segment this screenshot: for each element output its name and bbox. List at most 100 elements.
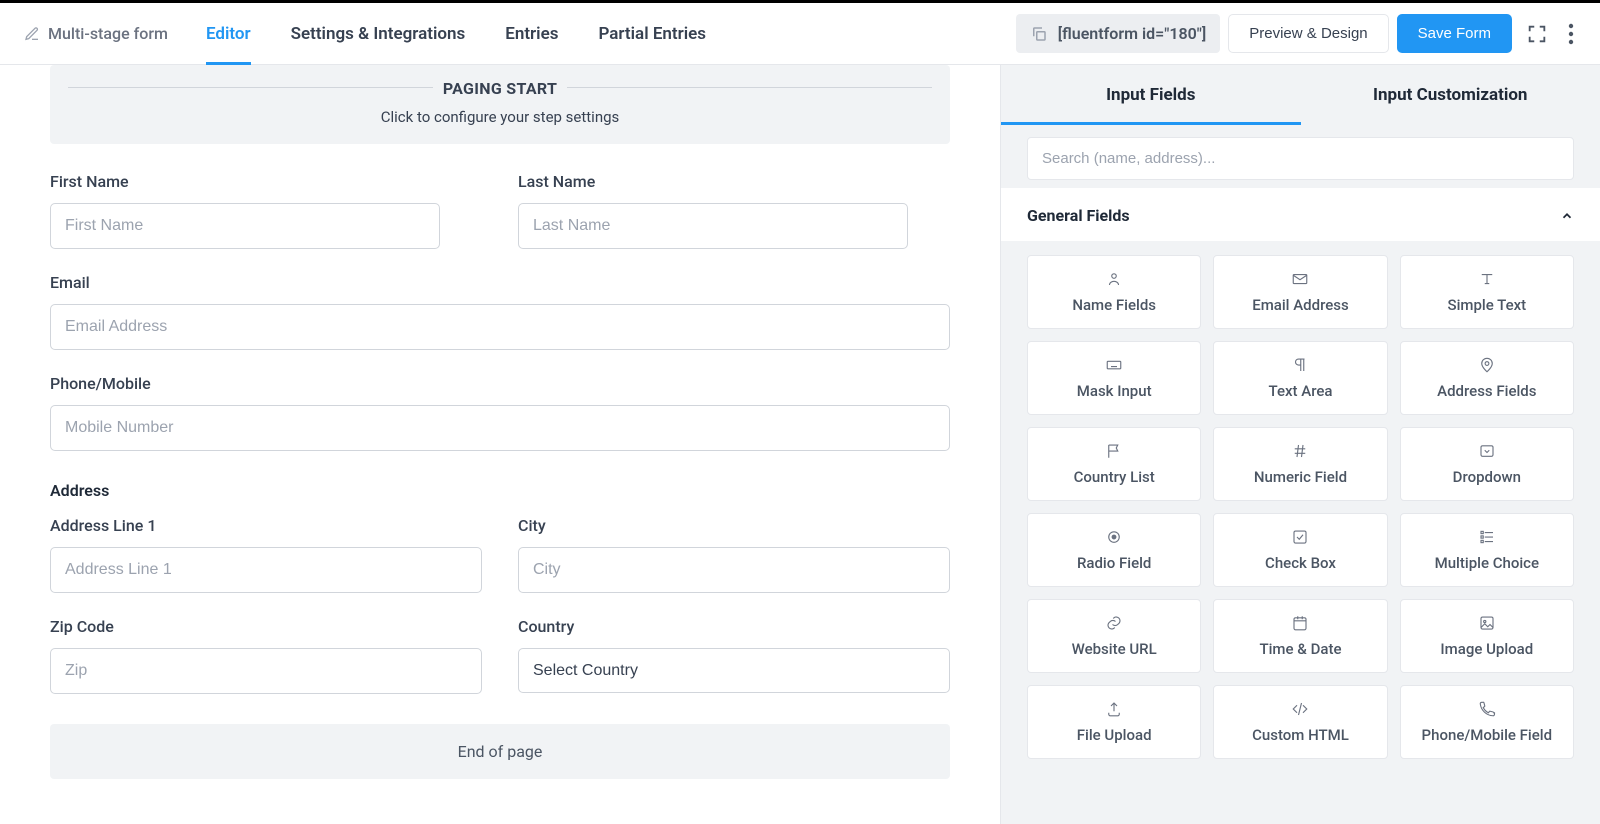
field-card-mask-input[interactable]: Mask Input — [1027, 341, 1201, 415]
field-card-text-area[interactable]: Text Area — [1213, 341, 1387, 415]
nav-tab-partial-entries[interactable]: Partial Entries — [598, 4, 706, 64]
form-title-text: Multi-stage form — [48, 24, 168, 43]
list-icon — [1478, 528, 1496, 546]
top-bar: Multi-stage form Editor Settings & Integr… — [0, 3, 1600, 65]
shortcode-box[interactable]: [fluentform id="180"] — [1016, 14, 1221, 53]
sidebar-search-input[interactable] — [1027, 137, 1574, 180]
field-card-label: Check Box — [1265, 554, 1336, 572]
field-card-label: Radio Field — [1077, 554, 1151, 572]
sidebar-search-wrap — [1001, 125, 1600, 188]
end-page-label: End of page — [458, 742, 543, 761]
field-card-country-list[interactable]: Country List — [1027, 427, 1201, 501]
address-section-label: Address — [50, 481, 950, 500]
field-card-time-date[interactable]: Time & Date — [1213, 599, 1387, 673]
general-fields-title: General Fields — [1027, 206, 1130, 225]
field-card-phone-mobile-field[interactable]: Phone/Mobile Field — [1400, 685, 1574, 759]
email-label: Email — [50, 273, 950, 292]
hash-icon — [1291, 442, 1309, 460]
nav-tab-editor[interactable]: Editor — [206, 4, 251, 64]
field-card-label: Image Upload — [1440, 640, 1533, 658]
user-icon — [1105, 270, 1123, 288]
field-card-simple-text[interactable]: Simple Text — [1400, 255, 1574, 329]
form-canvas: PAGING START Click to configure your ste… — [0, 65, 1000, 824]
field-card-website-url[interactable]: Website URL — [1027, 599, 1201, 673]
field-card-multiple-choice[interactable]: Multiple Choice — [1400, 513, 1574, 587]
country-select[interactable]: Select Country — [518, 648, 950, 693]
pilcrow-icon — [1291, 356, 1309, 374]
paging-title: PAGING START — [433, 79, 567, 98]
nav-tabs: Editor Settings & Integrations Entries Part… — [206, 4, 706, 64]
code-icon — [1291, 700, 1309, 718]
zip-label: Zip Code — [50, 617, 482, 636]
radio-icon — [1105, 528, 1123, 546]
field-card-numeric-field[interactable]: Numeric Field — [1213, 427, 1387, 501]
phone-input[interactable] — [50, 405, 950, 451]
field-card-custom-html[interactable]: Custom HTML — [1213, 685, 1387, 759]
field-card-label: Email Address — [1252, 296, 1349, 314]
more-menu-button[interactable] — [1562, 17, 1580, 51]
last-name-input[interactable] — [518, 203, 908, 249]
field-card-dropdown[interactable]: Dropdown — [1400, 427, 1574, 501]
save-button[interactable]: Save Form — [1397, 14, 1512, 53]
field-grid: Name Fields Email Address Simple Text Mask … — [1001, 241, 1600, 779]
field-card-label: Multiple Choice — [1435, 554, 1539, 572]
flag-icon — [1105, 442, 1123, 460]
pencil-icon — [24, 26, 40, 42]
zip-input[interactable] — [50, 648, 482, 694]
field-card-label: Custom HTML — [1252, 726, 1349, 744]
end-page-banner[interactable]: End of page — [50, 724, 950, 779]
field-card-label: Text Area — [1269, 382, 1333, 400]
field-card-check-box[interactable]: Check Box — [1213, 513, 1387, 587]
fullscreen-icon — [1526, 23, 1548, 45]
general-fields-header[interactable]: General Fields — [1001, 188, 1600, 241]
nav-tab-settings-integrations[interactable]: Settings & Integrations — [291, 4, 466, 64]
image-icon — [1478, 614, 1496, 632]
calendar-icon — [1291, 614, 1309, 632]
field-card-radio-field[interactable]: Radio Field — [1027, 513, 1201, 587]
topbar-left: Multi-stage form Editor Settings & Integr… — [24, 4, 706, 64]
envelope-icon — [1291, 270, 1309, 288]
field-card-label: Numeric Field — [1254, 468, 1347, 486]
upload-icon — [1105, 700, 1123, 718]
field-card-name-fields[interactable]: Name Fields — [1027, 255, 1201, 329]
field-card-email-address[interactable]: Email Address — [1213, 255, 1387, 329]
last-name-label: Last Name — [518, 172, 950, 191]
addr1-input[interactable] — [50, 547, 482, 593]
field-card-file-upload[interactable]: File Upload — [1027, 685, 1201, 759]
first-name-input[interactable] — [50, 203, 440, 249]
city-input[interactable] — [518, 547, 950, 593]
copy-icon — [1030, 25, 1048, 43]
field-card-label: Website URL — [1072, 640, 1157, 658]
check-icon — [1291, 528, 1309, 546]
paging-start-banner[interactable]: PAGING START Click to configure your ste… — [50, 65, 950, 144]
phone-label: Phone/Mobile — [50, 374, 950, 393]
sidebar-tabs: Input Fields Input Customization — [1001, 65, 1600, 125]
city-label: City — [518, 516, 950, 535]
dropdown-icon — [1478, 442, 1496, 460]
form-title[interactable]: Multi-stage form — [24, 24, 168, 43]
first-name-label: First Name — [50, 172, 482, 191]
sidebar: Input Fields Input Customization General… — [1000, 65, 1600, 824]
field-card-label: Country List — [1074, 468, 1155, 486]
field-card-label: Phone/Mobile Field — [1422, 726, 1553, 744]
addr1-label: Address Line 1 — [50, 516, 482, 535]
field-card-label: Address Fields — [1437, 382, 1536, 400]
keyboard-icon — [1105, 356, 1123, 374]
country-label: Country — [518, 617, 950, 636]
kebab-icon — [1568, 23, 1574, 45]
preview-button[interactable]: Preview & Design — [1228, 14, 1388, 53]
paging-subtitle: Click to configure your step settings — [68, 108, 932, 126]
field-card-image-upload[interactable]: Image Upload — [1400, 599, 1574, 673]
tab-input-fields[interactable]: Input Fields — [1001, 65, 1301, 125]
field-card-label: Mask Input — [1077, 382, 1152, 400]
field-card-label: Simple Text — [1447, 296, 1526, 314]
field-card-address-fields[interactable]: Address Fields — [1400, 341, 1574, 415]
nav-tab-entries[interactable]: Entries — [505, 4, 558, 64]
email-input[interactable] — [50, 304, 950, 350]
link-icon — [1105, 614, 1123, 632]
fullscreen-button[interactable] — [1520, 17, 1554, 51]
field-card-label: File Upload — [1077, 726, 1152, 744]
field-card-label: Time & Date — [1259, 640, 1341, 658]
chevron-up-icon — [1560, 209, 1574, 223]
tab-input-customization[interactable]: Input Customization — [1301, 65, 1600, 125]
